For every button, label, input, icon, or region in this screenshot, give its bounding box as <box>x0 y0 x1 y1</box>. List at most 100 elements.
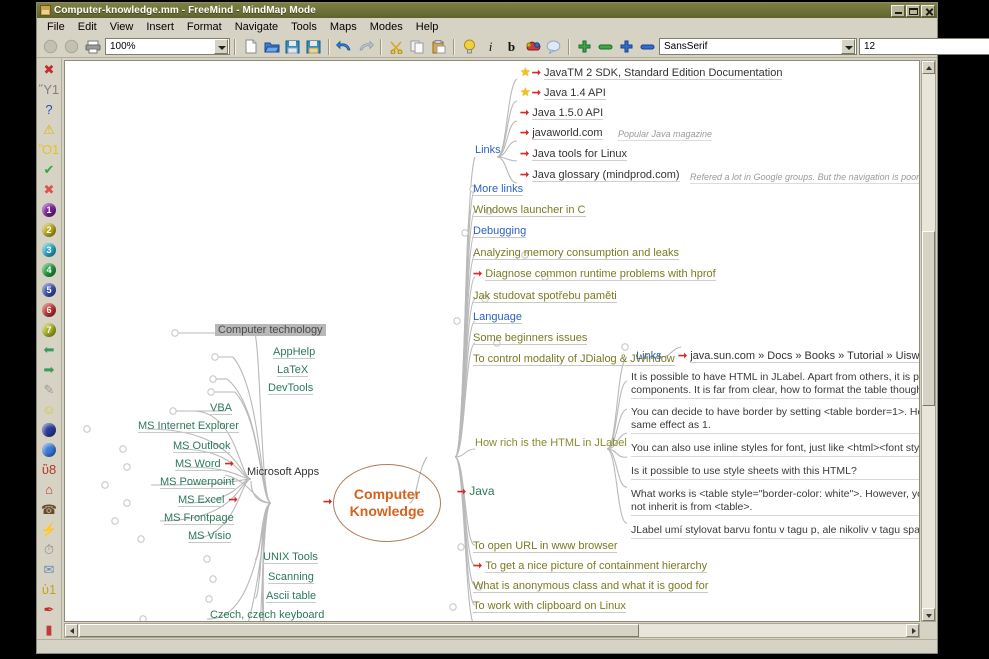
chevron-down-icon[interactable] <box>214 39 228 54</box>
node-links-group[interactable]: Links <box>475 144 501 156</box>
ok-check-icon[interactable]: ✔ <box>39 160 60 179</box>
menu-edit[interactable]: Edit <box>72 20 104 35</box>
node-ms-visio[interactable]: MS Visio <box>188 530 232 543</box>
node-ms-powerpoint[interactable]: MS Powerpoint <box>160 476 235 489</box>
home-icon[interactable]: ⌂ <box>39 480 60 499</box>
node-open-url-browser[interactable]: To open URL in www browser <box>473 540 618 553</box>
cloud-icon[interactable] <box>523 38 542 56</box>
scroll-down-button[interactable] <box>922 608 935 621</box>
menu-insert[interactable]: Insert <box>140 20 181 35</box>
save-as-icon[interactable] <box>304 38 323 56</box>
vertical-scroll-thumb[interactable] <box>922 231 935 406</box>
maximize-button[interactable] <box>906 4 920 17</box>
node-beginners-issues[interactable]: Some beginners issues <box>473 332 588 345</box>
close-button[interactable] <box>921 4 935 17</box>
idea-icon[interactable]: Ὂ1 <box>39 140 60 159</box>
hammer-icon[interactable]: ὒ8 <box>39 460 60 479</box>
node-scanning[interactable]: Scanning <box>268 571 314 584</box>
back-arrow-icon[interactable]: ⬅ <box>39 340 60 359</box>
vertical-scrollbar[interactable] <box>921 60 936 622</box>
node-language[interactable]: Language <box>473 311 522 324</box>
node-ms-word[interactable]: MS Word ➞ <box>175 458 234 471</box>
node-vba[interactable]: VBA <box>210 402 233 415</box>
scroll-up-button[interactable] <box>922 61 935 74</box>
clock-icon[interactable]: ⏱ <box>39 540 60 559</box>
lightbulb-icon[interactable] <box>460 38 479 56</box>
node-czech-keyboard[interactable]: Czech, czech keyboard <box>210 609 324 621</box>
undo-icon[interactable] <box>335 38 354 56</box>
node-ms-outlook[interactable]: MS Outlook <box>173 440 231 453</box>
node-ms-excel[interactable]: MS Excel ➞ <box>178 494 238 507</box>
minimize-button[interactable] <box>891 4 905 17</box>
scroll-right-button[interactable] <box>906 624 919 637</box>
node-java[interactable]: ➞ Java <box>457 485 495 498</box>
node-ms-internet-explorer[interactable]: MS Internet Explorer <box>138 420 239 433</box>
node-apphelp[interactable]: AppHelp <box>273 346 316 359</box>
key-icon[interactable]: ὑ1 <box>39 580 60 599</box>
move-node-icon[interactable] <box>617 38 636 56</box>
menu-maps[interactable]: Maps <box>324 20 364 35</box>
node-windows-launcher-c[interactable]: Windows launcher in C <box>473 204 586 217</box>
number-1-icon[interactable]: 1 <box>39 200 60 219</box>
number-4-icon[interactable]: 4 <box>39 260 60 279</box>
chevron-down-icon[interactable] <box>841 39 855 54</box>
node-link-java-tools-linux[interactable]: ➞ Java tools for Linux <box>520 148 627 161</box>
pen-icon[interactable]: ✒ <box>39 600 60 619</box>
node-latex[interactable]: LaTeX <box>277 364 309 377</box>
jlabel-paragraph-5[interactable]: What works is <table style="border-color… <box>631 488 919 516</box>
node-jak-studovat[interactable]: Jak studovat spotřebu paměti <box>473 290 617 303</box>
node-link-jdk-doc[interactable]: ★➞ JavaTM 2 SDK, Standard Edition Documen… <box>520 66 783 80</box>
node-containment-hierarchy[interactable]: ➞ To get a nice picture of containment hi… <box>473 560 708 573</box>
paste-icon[interactable] <box>429 38 448 56</box>
number-7-icon[interactable]: 7 <box>39 320 60 339</box>
node-computer-technology[interactable]: Computer technology <box>215 324 326 336</box>
node-devtools[interactable]: DevTools <box>268 382 314 395</box>
node-more-links[interactable]: More links <box>473 183 524 196</box>
node-link-java14api[interactable]: ★➞ Java 1.4 API <box>520 86 606 100</box>
menu-modes[interactable]: Modes <box>364 20 410 35</box>
warning-icon[interactable]: ⚠ <box>39 120 60 139</box>
jlabel-paragraph-6[interactable]: JLabel umí stylovat barvu fontu v tagu p… <box>631 524 919 539</box>
menu-help[interactable]: Help <box>410 20 446 35</box>
cancel-icon[interactable]: ✖ <box>39 180 60 199</box>
root-node[interactable]: Computer Knowledge <box>333 464 441 542</box>
blue-ball-icon[interactable] <box>39 440 60 459</box>
phone-icon[interactable]: ☎ <box>39 500 60 519</box>
menu-view[interactable]: View <box>104 20 141 35</box>
jlabel-paragraph-1[interactable]: It is possible to have HTML in JLabel. A… <box>631 371 919 399</box>
node-anonymous-class[interactable]: What is anonymous class and what it is g… <box>473 580 709 593</box>
mindmap-canvas[interactable]: ➞ Computer Knowledge ➞ Java Computer tech… <box>64 60 920 622</box>
copy-icon[interactable] <box>408 38 427 56</box>
node-bar-icon[interactable] <box>596 38 615 56</box>
horizontal-scroll-thumb[interactable] <box>79 624 639 637</box>
horizontal-scrollbar[interactable] <box>64 623 920 638</box>
node-jlabel-links[interactable]: Links <box>636 350 662 362</box>
menu-tools[interactable]: Tools <box>285 20 324 35</box>
number-6-icon[interactable]: 6 <box>39 300 60 319</box>
node-jlabel-link-url[interactable]: ➞ java.sun.com » Docs » Books » Tutorial … <box>678 350 919 363</box>
print-icon[interactable] <box>83 38 102 56</box>
mail-icon[interactable]: ✉ <box>39 560 60 579</box>
question-icon[interactable]: ? <box>39 100 60 119</box>
node-refresh-frame[interactable]: To refresh a frame, e.g. after FileChoos… <box>473 620 707 621</box>
battery-icon[interactable]: ▮ <box>39 620 60 639</box>
number-5-icon[interactable]: 5 <box>39 280 60 299</box>
menu-format[interactable]: Format <box>181 20 229 35</box>
forward-arrow-icon[interactable]: ➡ <box>39 360 60 379</box>
redo-icon[interactable] <box>356 38 375 56</box>
font-size-combobox[interactable]: 12 <box>859 38 989 55</box>
node-clipboard-linux[interactable]: To work with clipboard on Linux <box>473 600 626 613</box>
node-microsoft-apps[interactable]: Microsoft Apps <box>247 466 319 478</box>
flash-icon[interactable]: ⚡ <box>39 520 60 539</box>
node-link-java150api[interactable]: ➞ Java 1.5.0 API <box>520 107 604 120</box>
node-link-javaworld[interactable]: ➞ javaworld.com <box>520 127 603 140</box>
balloon-icon[interactable] <box>544 38 563 56</box>
forward-arrow-icon[interactable] <box>62 38 81 56</box>
node-diagnose-hprof[interactable]: ➞ Diagnose common runtime problems with h… <box>473 268 716 281</box>
node-analyzing-memory[interactable]: Analyzing memory consumption and leaks <box>473 247 680 260</box>
remove-node-icon[interactable] <box>638 38 657 56</box>
save-icon[interactable] <box>283 38 302 56</box>
zoom-combobox[interactable]: 100% <box>105 38 230 55</box>
jlabel-paragraph-3[interactable]: You can also use inline styles for font,… <box>631 442 919 457</box>
add-node-icon[interactable] <box>575 38 594 56</box>
